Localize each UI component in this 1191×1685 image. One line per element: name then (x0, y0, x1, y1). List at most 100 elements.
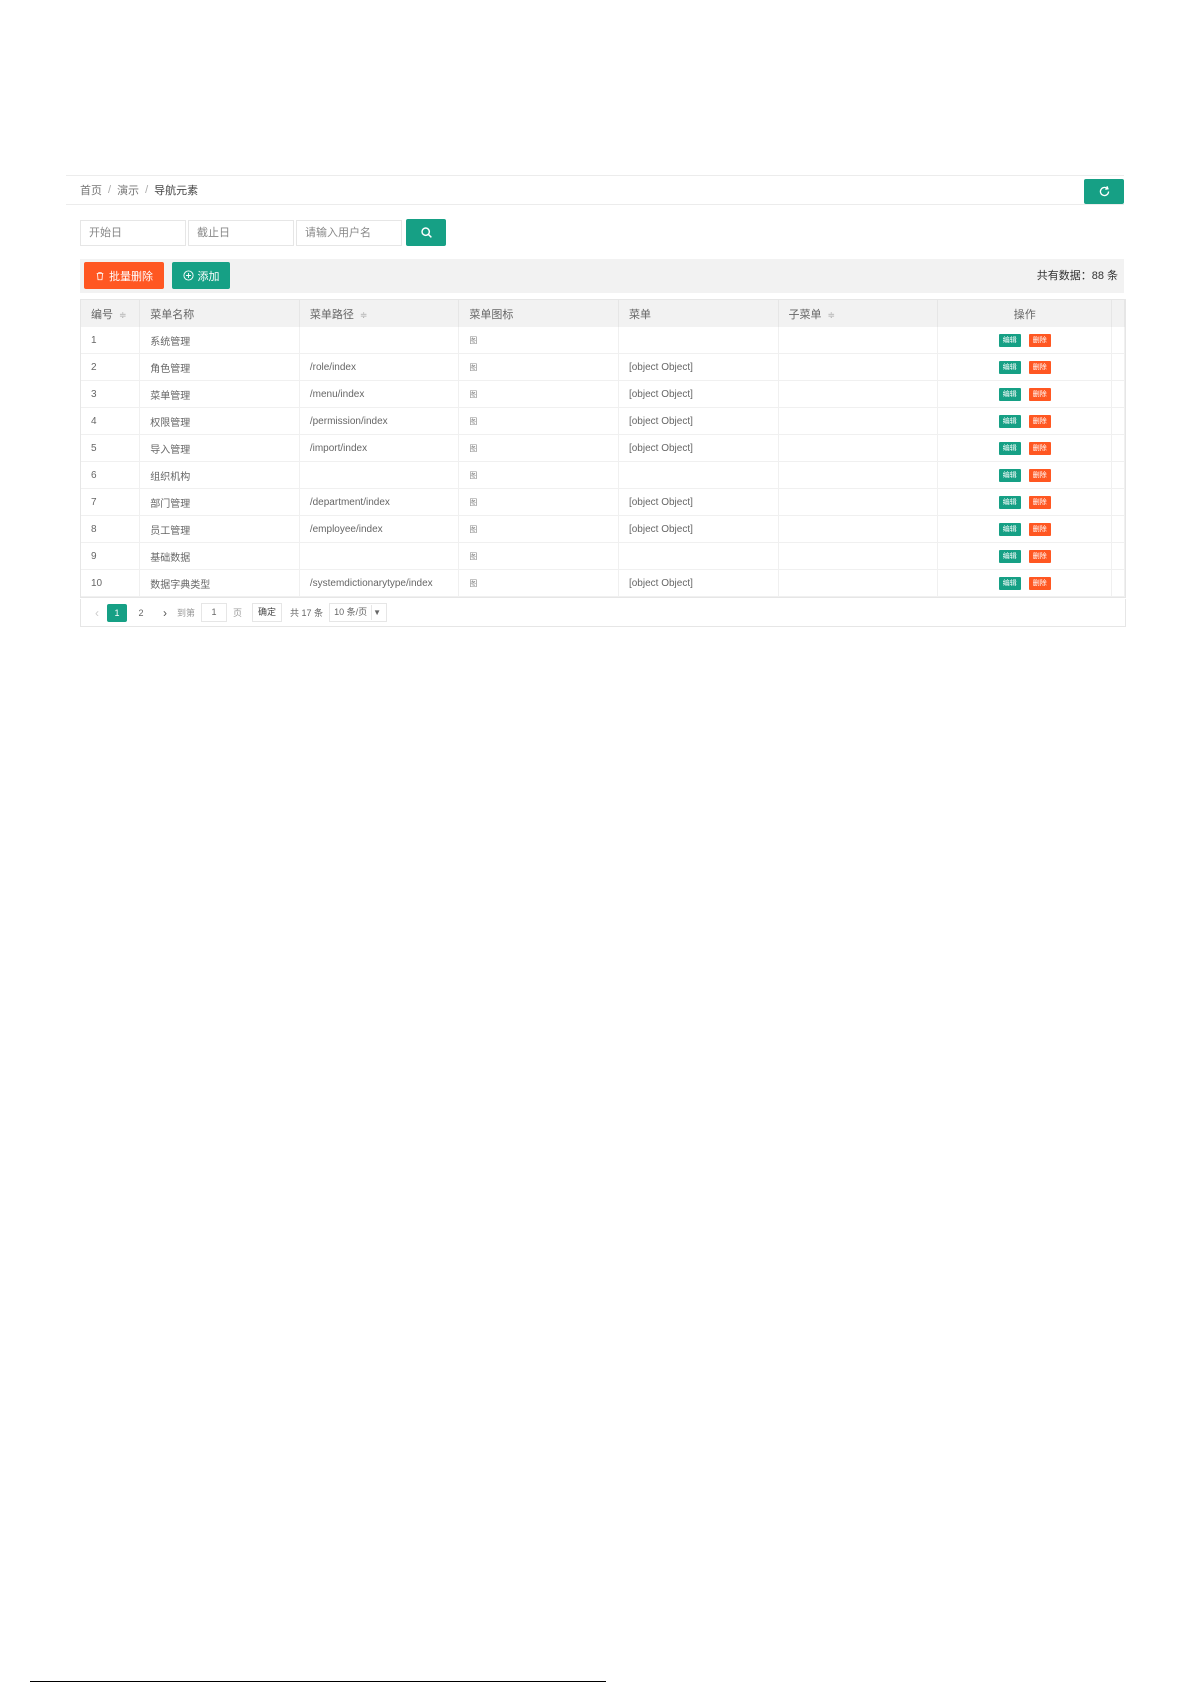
edit-button[interactable]: 编辑 (998, 387, 1021, 401)
toolbar: 批量删除 添加 共有数据：88 条 (80, 259, 1124, 293)
cell-actions: 编辑 删除 (937, 434, 1113, 462)
table-row: 6 组织机构 图 编辑 删除 (81, 461, 1125, 489)
cell-menu: [object Object] (618, 515, 779, 543)
prev-page-button[interactable]: ‹ (89, 606, 105, 620)
column-header-submenu[interactable]: 子菜单 ≑ (778, 299, 939, 327)
delete-button[interactable]: 删除 (1028, 522, 1051, 536)
cell-submenu (778, 380, 939, 408)
chevron-down-icon: ▼ (371, 605, 382, 620)
cell-menu: [object Object] (618, 569, 779, 597)
edit-button[interactable]: 编辑 (998, 333, 1021, 347)
cell-id: 7 (81, 488, 141, 516)
add-button[interactable]: 添加 (172, 262, 230, 289)
cell-menu: [object Object] (618, 407, 779, 435)
edit-button[interactable]: 编辑 (998, 576, 1021, 590)
table-row: 5 导入管理/import/index 图 [object Object] 编辑 删除 (81, 434, 1125, 462)
edit-button[interactable]: 编辑 (998, 495, 1021, 509)
sort-icon[interactable]: ≑ (360, 310, 368, 320)
table-row: 9 基础数据 图 编辑 删除 (81, 542, 1125, 570)
cell-id: 2 (81, 353, 141, 381)
refresh-button[interactable] (1084, 179, 1124, 204)
edit-button[interactable]: 编辑 (998, 468, 1021, 482)
breadcrumb-item-demo[interactable]: 演示 (117, 182, 139, 198)
cell-path: /employee/index (299, 515, 460, 543)
delete-button[interactable]: 删除 (1028, 387, 1051, 401)
username-input[interactable] (296, 219, 402, 246)
delete-button[interactable]: 删除 (1028, 468, 1051, 482)
cell-name: 导入管理 (139, 434, 300, 462)
delete-button[interactable]: 删除 (1028, 576, 1051, 590)
table-row: 7 部门管理/department/index 图 [object Object] 编辑… (81, 488, 1125, 516)
cell-icon: 图 (458, 461, 619, 489)
cell-menu: [object Object] (618, 434, 779, 462)
page-1-button[interactable]: 1 (107, 603, 127, 622)
cell-name: 基础数据 (139, 542, 300, 570)
cell-submenu (778, 542, 939, 570)
page-2-button[interactable]: 2 (131, 604, 151, 622)
breadcrumb-separator: / (108, 184, 112, 196)
total-count: 共有数据：88 条 (1036, 270, 1118, 282)
delete-button[interactable]: 删除 (1028, 414, 1051, 428)
delete-button[interactable]: 删除 (1028, 333, 1051, 347)
edit-button[interactable]: 编辑 (998, 549, 1021, 563)
cell-submenu (778, 327, 939, 354)
cell-path: /menu/index (299, 380, 460, 408)
sort-icon[interactable]: ≑ (119, 310, 127, 320)
cell-path: /systemdictionarytype/index (299, 569, 460, 597)
cell-path (299, 461, 460, 489)
goto-confirm-button[interactable]: 确定 (252, 603, 283, 622)
batch-delete-label: 批量删除 (109, 270, 153, 283)
cell-submenu (778, 353, 939, 381)
search-row (80, 219, 446, 246)
cell-spacer (1111, 327, 1125, 354)
cell-id: 9 (81, 542, 141, 570)
edit-button[interactable]: 编辑 (998, 522, 1021, 536)
breadcrumb-item-home[interactable]: 首页 (80, 182, 102, 198)
cell-name: 权限管理 (139, 407, 300, 435)
goto-page-input[interactable]: 1 (201, 603, 228, 622)
cell-id: 3 (81, 380, 141, 408)
cell-actions: 编辑 删除 (937, 407, 1113, 435)
goto-label: 到第 (177, 608, 196, 618)
next-page-button[interactable]: › (157, 606, 173, 620)
search-button[interactable] (406, 219, 446, 246)
edit-button[interactable]: 编辑 (998, 360, 1021, 374)
edit-button[interactable]: 编辑 (998, 441, 1021, 455)
end-date-input[interactable] (188, 219, 294, 246)
column-header-spacer (1111, 299, 1125, 327)
edit-button[interactable]: 编辑 (998, 414, 1021, 428)
cell-actions: 编辑 删除 (937, 542, 1113, 570)
cell-path: /import/index (299, 434, 460, 462)
cell-path (299, 327, 460, 354)
cell-spacer (1111, 407, 1125, 435)
cell-icon: 图 (458, 353, 619, 381)
cell-menu: [object Object] (618, 488, 779, 516)
batch-delete-button[interactable]: 批量删除 (84, 262, 164, 289)
cell-name: 数据字典类型 (139, 569, 300, 597)
cell-spacer (1111, 569, 1125, 597)
page-size-value: 10 条/页 (334, 607, 368, 617)
cell-id: 8 (81, 515, 141, 543)
cell-actions: 编辑 删除 (937, 353, 1113, 381)
delete-button[interactable]: 删除 (1028, 495, 1051, 509)
column-header-path[interactable]: 菜单路径 ≑ (299, 299, 460, 327)
cell-id: 4 (81, 407, 141, 435)
cell-submenu (778, 515, 939, 543)
table-row: 10 数据字典类型/systemdictionarytype/index 图 [obj… (81, 569, 1125, 597)
delete-button[interactable]: 删除 (1028, 360, 1051, 374)
column-header-id[interactable]: 编号 ≑ (81, 299, 141, 327)
column-header-actions: 操作 (937, 299, 1113, 327)
delete-button[interactable]: 删除 (1028, 549, 1051, 563)
cell-actions: 编辑 删除 (937, 461, 1113, 489)
delete-button[interactable]: 删除 (1028, 441, 1051, 455)
cell-submenu (778, 434, 939, 462)
cell-spacer (1111, 380, 1125, 408)
breadcrumb-separator: / (145, 184, 149, 196)
cell-icon: 图 (458, 380, 619, 408)
start-date-input[interactable] (80, 219, 186, 246)
breadcrumb-item-current: 导航元素 (154, 185, 199, 197)
breadcrumb-bar: 首页 / 演示 / 导航元素 (66, 175, 1124, 205)
sort-icon[interactable]: ≑ (828, 310, 836, 320)
page-size-select[interactable]: 10 条/页 ▼ (329, 603, 388, 622)
table-row: 3 菜单管理/menu/index 图 [object Object] 编辑 删除 (81, 380, 1125, 408)
